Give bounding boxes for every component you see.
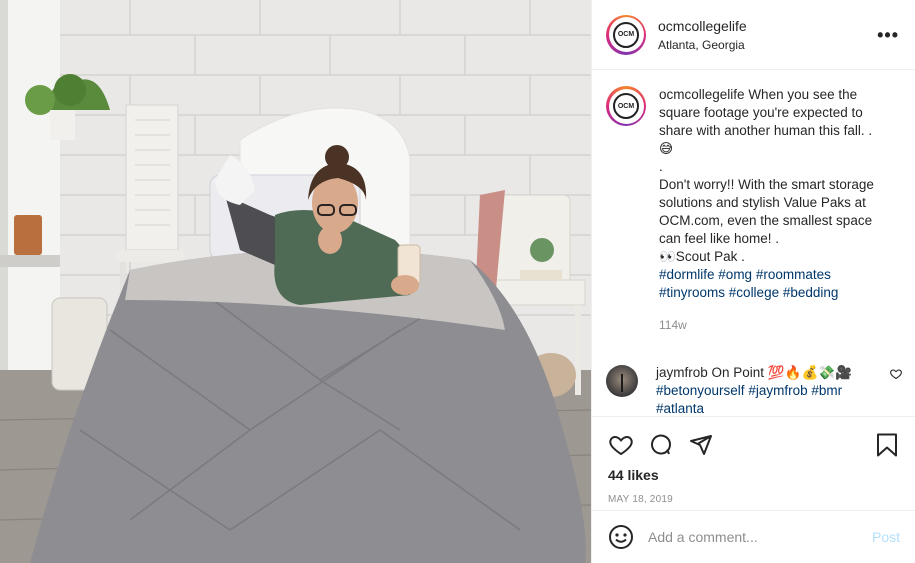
post-button[interactable]: Post	[872, 529, 900, 545]
reply-body: On Point	[711, 365, 765, 380]
hashtag-link[interactable]: #atlanta	[656, 401, 704, 416]
hashtag-link[interactable]: #dormlife	[659, 267, 715, 282]
more-options-icon[interactable]: •••	[877, 26, 899, 44]
caption-username[interactable]: ocmcollegelife	[659, 87, 745, 102]
hashtag-link[interactable]: #bedding	[783, 285, 839, 300]
hashtag-link[interactable]: #betonyourself	[656, 383, 745, 398]
hashtag-link[interactable]: #college	[729, 285, 779, 300]
author-avatar[interactable]: OCM	[606, 14, 646, 55]
hashtag-link[interactable]: #bmr	[811, 383, 842, 398]
hashtag-link[interactable]: #jaymfrob	[748, 383, 807, 398]
hashtag-link[interactable]: #tinyrooms	[659, 285, 725, 300]
caption-line2: Don't worry!! With the smart storage sol…	[659, 177, 874, 246]
caption-dot: .	[659, 159, 663, 174]
caption-text: ocmcollegelife When you see the square f…	[659, 86, 889, 334]
caption-avatar[interactable]: OCM	[606, 86, 646, 126]
caption-emoji: 😅	[659, 141, 674, 156]
like-count[interactable]: 44 likes	[592, 467, 915, 483]
caption-comment: OCM ocmcollegelife When you see the squa…	[592, 86, 915, 334]
comments-list[interactable]: OCM ocmcollegelife When you see the squa…	[592, 86, 915, 416]
caption-line3: 👀Scout Pak .	[659, 249, 745, 264]
reply-text: jaymfrob On Point 💯🔥💰💸🎥 #betonyourself #…	[656, 364, 878, 416]
comment-icon[interactable]	[648, 432, 674, 458]
avatar-logo: OCM	[613, 93, 639, 119]
avatar-logo: OCM	[613, 21, 639, 48]
bookmark-icon[interactable]	[874, 432, 900, 458]
share-icon[interactable]	[688, 432, 714, 458]
post-photo	[0, 0, 591, 563]
reply-emojis: 💯🔥💰💸🎥	[767, 365, 852, 380]
add-comment-bar: Post	[592, 510, 915, 563]
author-username[interactable]: ocmcollegelife	[658, 17, 877, 35]
reply-username[interactable]: jaymfrob	[656, 365, 708, 380]
reply-avatar[interactable]	[606, 365, 638, 397]
heart-icon[interactable]	[608, 432, 634, 458]
post-sidebar: OCM ocmcollegelife Atlanta, Georgia ••• …	[591, 0, 915, 563]
comment-input[interactable]	[648, 529, 872, 545]
caption-age[interactable]: 114w	[659, 316, 889, 334]
post-actions: 44 likes MAY 18, 2019	[592, 416, 915, 505]
post-header: OCM ocmcollegelife Atlanta, Georgia •••	[592, 0, 915, 70]
post-date[interactable]: MAY 18, 2019	[592, 494, 915, 505]
hashtag-link[interactable]: #roommates	[756, 267, 831, 282]
like-comment-icon[interactable]	[890, 368, 902, 383]
reply-comment: jaymfrob On Point 💯🔥💰💸🎥 #betonyourself #…	[592, 364, 915, 416]
hashtag-link[interactable]: #omg	[718, 267, 752, 282]
emoji-icon[interactable]	[608, 524, 634, 550]
post-location[interactable]: Atlanta, Georgia	[658, 37, 877, 53]
